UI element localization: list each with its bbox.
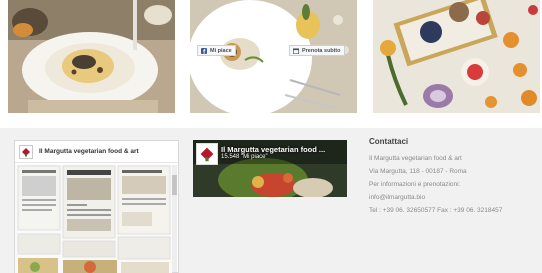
- photo-pasta-dish[interactable]: [8, 0, 175, 113]
- restaurant-logo-icon: [19, 144, 33, 159]
- contacts-heading: Contattaci: [369, 137, 409, 146]
- facebook-like-label: Mi piace: [210, 47, 232, 54]
- facebook-book-now-label: Prenota subito: [302, 47, 341, 54]
- contact-address: Via Margutta, 118 - 00187 - Roma: [369, 168, 467, 175]
- plated-dish-image: [190, 0, 357, 113]
- facebook-like-button[interactable]: Mi piace: [197, 45, 236, 56]
- facebook-page-box[interactable]: Il Margutta vegetarian food & art: [14, 140, 179, 273]
- photo-food-tray[interactable]: [373, 0, 540, 113]
- contact-name: Il Margutta vegetarian food & art: [369, 155, 462, 162]
- contact-info-label: Per informazioni e prenotazioni:: [369, 181, 461, 188]
- facebook-page-logo[interactable]: [196, 143, 218, 165]
- facebook-f-icon: [201, 47, 207, 54]
- facebook-book-now-button[interactable]: Prenota subito: [289, 45, 345, 56]
- facebook-page-title[interactable]: Il Margutta vegetarian food ...: [221, 145, 325, 154]
- facebook-box-title[interactable]: Il Margutta vegetarian food & art: [39, 148, 139, 155]
- food-tray-image: [373, 0, 540, 113]
- facebook-likes-count: 15.548 "Mi piace": [221, 154, 268, 160]
- facebook-page-plugin[interactable]: Il Margutta vegetarian food ... 15.548 "…: [193, 140, 347, 197]
- facebook-box-header: Il Margutta vegetarian food & art: [15, 141, 178, 163]
- facebook-box-scroll-thumb[interactable]: [172, 175, 177, 195]
- restaurant-logo-icon: [200, 147, 214, 162]
- facebook-box-scrollbar[interactable]: [172, 165, 177, 272]
- contact-email-link[interactable]: info@ilmargutta.bio: [369, 194, 425, 201]
- pasta-dish-image: [8, 0, 175, 113]
- press-clippings-image: [15, 164, 178, 273]
- calendar-icon: [292, 47, 300, 54]
- newspaper-clippings-graphic: [15, 164, 172, 273]
- contact-phone: Tel : +39 06. 32650577 Fax : +39 06. 321…: [369, 207, 503, 214]
- photo-plated-dish[interactable]: [190, 0, 357, 113]
